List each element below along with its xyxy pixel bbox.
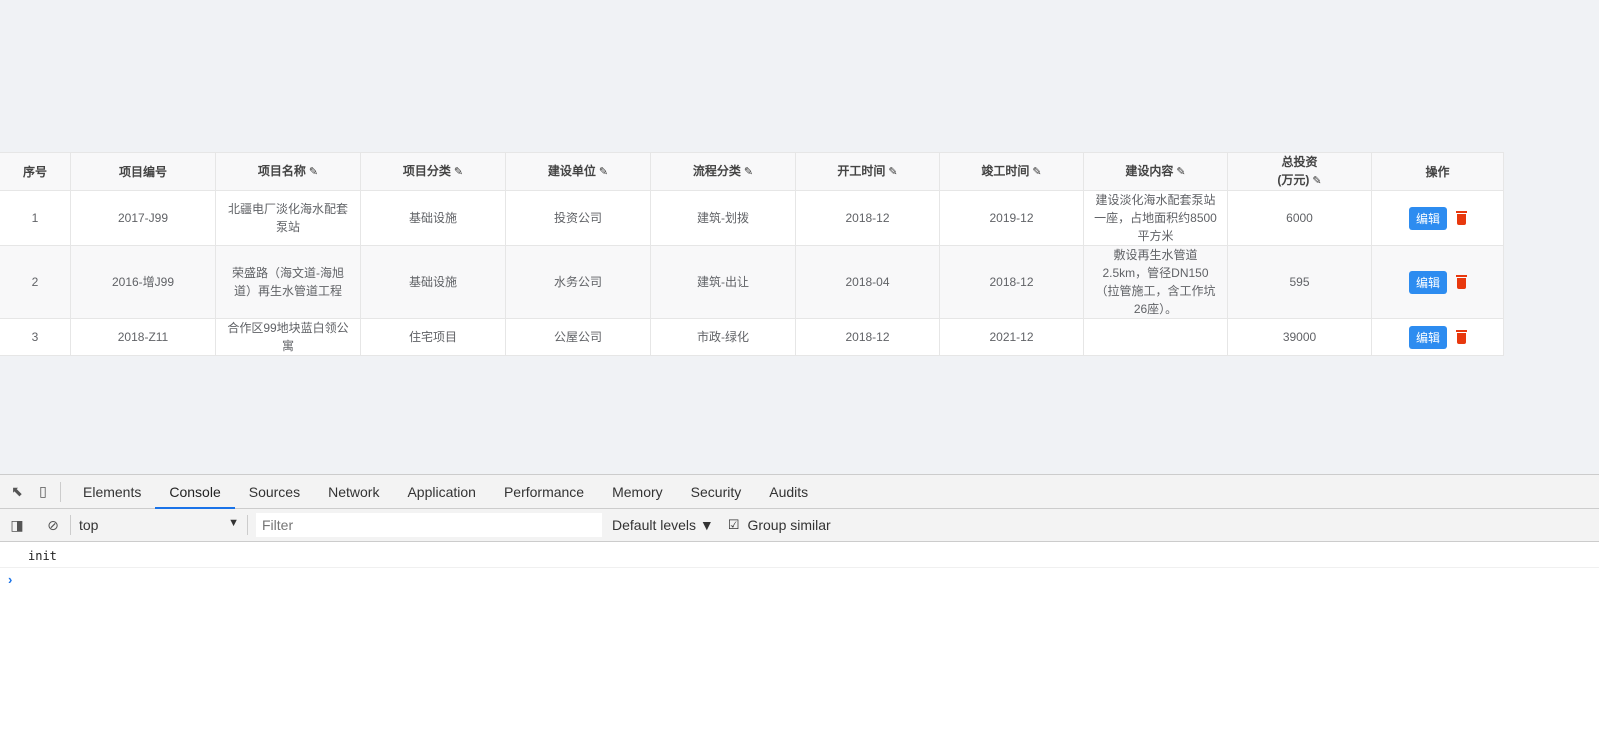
cell-start: 2018-04 — [795, 245, 940, 319]
divider — [247, 515, 248, 535]
cell-unit: 公屋公司 — [505, 318, 651, 356]
cell-flow: 建筑-划拨 — [650, 190, 796, 246]
cell-actions: 编辑 — [1371, 245, 1504, 319]
console-prompt[interactable]: › — [0, 568, 1599, 587]
filter-input[interactable] — [256, 513, 602, 537]
col-flow[interactable]: 流程分类 ✎ — [650, 152, 796, 191]
unit-label: (万元) — [1277, 173, 1310, 187]
pencil-icon: ✎ — [453, 166, 464, 178]
tab-memory[interactable]: Memory — [598, 475, 677, 509]
pencil-icon: ✎ — [743, 166, 754, 178]
edit-button[interactable]: 编辑 — [1408, 325, 1447, 349]
tab-performance[interactable]: Performance — [490, 475, 598, 509]
pencil-icon: ✎ — [1032, 166, 1042, 178]
divider — [60, 481, 61, 502]
edit-button[interactable]: 编辑 — [1408, 206, 1447, 230]
cell-actions: 编辑 — [1371, 190, 1504, 246]
pencil-icon: ✎ — [598, 166, 609, 178]
context-value: top — [79, 517, 99, 533]
console-message: init — [0, 542, 1599, 568]
cell-start: 2018-12 — [795, 190, 940, 246]
col-invest[interactable]: 总投资 (万元) ✎ — [1227, 152, 1372, 191]
cell-no: 2 — [0, 245, 71, 319]
inspect-element-icon[interactable]: ⬉ — [8, 483, 26, 501]
cell-invest: 39000 — [1227, 318, 1372, 356]
col-no: 序号 — [0, 152, 71, 191]
group-similar-label: Group similar — [747, 517, 831, 533]
cell-category: 基础设施 — [360, 245, 506, 319]
tab-security[interactable]: Security — [677, 475, 756, 509]
col-end[interactable]: 竣工时间 ✎ — [939, 152, 1084, 191]
cell-invest: 595 — [1227, 245, 1372, 319]
trash-icon[interactable] — [1456, 274, 1467, 289]
group-similar-checkbox[interactable]: ☑ — [728, 517, 740, 533]
cell-content: 敷设再生水管道2.5km，管径DN150（拉管施工，含工作坑26座）。 — [1083, 245, 1228, 319]
sidebar-toggle-icon[interactable]: ◨ — [8, 516, 26, 534]
table-row: 1 2017-J99 北疆电厂淡化海水配套泵站 基础设施 投资公司 建筑-划拨 2018-1… — [0, 190, 1504, 246]
label: 流程分类 — [692, 164, 741, 178]
tab-audits[interactable]: Audits — [755, 475, 822, 509]
cell-actions: 编辑 — [1371, 318, 1504, 356]
cell-code: 2017-J99 — [70, 190, 216, 246]
cell-code: 2016-增J99 — [70, 245, 216, 319]
col-name[interactable]: 项目名称 ✎ — [215, 152, 361, 191]
context-select[interactable]: top ▼ — [79, 517, 239, 533]
table-row: 3 2018-Z11 合作区99地块蓝白领公寓 住宅项目 公屋公司 市政-绿化 2018-1… — [0, 318, 1504, 356]
pencil-icon: ✎ — [308, 166, 319, 178]
cell-content: 建设淡化海水配套泵站一座，占地面积约8500平方米 — [1083, 190, 1228, 246]
devtools-panel: ⬉ ▯ Elements Console Sources Network App… — [0, 474, 1599, 742]
cell-end: 2018-12 — [939, 245, 1084, 319]
chevron-down-icon: ▼ — [228, 517, 239, 529]
cell-no: 1 — [0, 190, 71, 246]
divider — [70, 515, 71, 535]
col-category[interactable]: 项目分类 ✎ — [360, 152, 506, 191]
label: 开工时间 — [837, 164, 886, 178]
col-unit[interactable]: 建设单位 ✎ — [505, 152, 651, 191]
cell-end: 2021-12 — [939, 318, 1084, 356]
cell-code: 2018-Z11 — [70, 318, 216, 356]
pencil-icon: ✎ — [1176, 166, 1186, 178]
label: 总投资 — [1281, 155, 1318, 169]
cell-flow: 市政-绿化 — [650, 318, 796, 356]
cell-flow: 建筑-出让 — [650, 245, 796, 319]
console-toolbar: ◨ ⊘ top ▼ Default levels ▼ ☑ Group simila… — [0, 509, 1599, 542]
cell-unit: 水务公司 — [505, 245, 651, 319]
col-start[interactable]: 开工时间 ✎ — [795, 152, 940, 191]
tab-elements[interactable]: Elements — [69, 475, 155, 509]
edit-button[interactable]: 编辑 — [1408, 270, 1447, 294]
cell-content — [1083, 318, 1228, 356]
label: 项目分类 — [402, 164, 451, 178]
cell-category: 住宅项目 — [360, 318, 506, 356]
label: 建设单位 — [547, 164, 596, 178]
pencil-icon: ✎ — [888, 166, 898, 178]
tab-console[interactable]: Console — [155, 475, 235, 509]
table-row: 2 2016-增J99 荣盛路（海文道-海旭道）再生水管道工程 基础设施 水务公司 建筑-… — [0, 245, 1504, 319]
cell-unit: 投资公司 — [505, 190, 651, 246]
tab-network[interactable]: Network — [314, 475, 393, 509]
label: 建设内容 — [1125, 164, 1174, 178]
cell-invest: 6000 — [1227, 190, 1372, 246]
col-actions: 操作 — [1371, 152, 1504, 191]
levels-dropdown[interactable]: Default levels ▼ — [612, 517, 714, 533]
cell-name: 荣盛路（海文道-海旭道）再生水管道工程 — [215, 245, 361, 319]
pencil-icon: ✎ — [1312, 175, 1322, 187]
device-toolbar-icon[interactable]: ▯ — [34, 483, 52, 501]
clear-console-icon[interactable]: ⊘ — [44, 516, 62, 534]
trash-icon[interactable] — [1456, 329, 1467, 344]
cell-no: 3 — [0, 318, 71, 356]
tab-sources[interactable]: Sources — [235, 475, 314, 509]
tab-application[interactable]: Application — [393, 475, 490, 509]
project-table: 序号 项目编号 项目名称 ✎ 项目分类 ✎ 建设单位 ✎ 流程分类 ✎ 开工时间 ✎ 竣工… — [0, 152, 1504, 356]
cell-start: 2018-12 — [795, 318, 940, 356]
cell-end: 2019-12 — [939, 190, 1084, 246]
col-code: 项目编号 — [70, 152, 216, 191]
devtools-tabbar: ⬉ ▯ Elements Console Sources Network App… — [0, 475, 1599, 509]
cell-name: 合作区99地块蓝白领公寓 — [215, 318, 361, 356]
trash-icon[interactable] — [1456, 210, 1467, 225]
col-content[interactable]: 建设内容 ✎ — [1083, 152, 1228, 191]
cell-category: 基础设施 — [360, 190, 506, 246]
label: 竣工时间 — [981, 164, 1030, 178]
label: 项目名称 — [257, 164, 306, 178]
cell-name: 北疆电厂淡化海水配套泵站 — [215, 190, 361, 246]
